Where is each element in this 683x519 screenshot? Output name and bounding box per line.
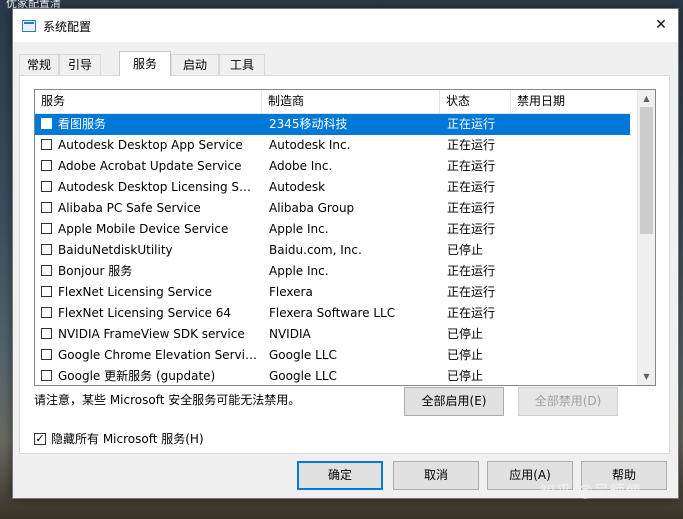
service-status: 正在运行 [447,201,496,215]
column-header-manufacturer[interactable]: 制造商 [262,90,440,113]
hide-ms-checkbox[interactable]: ✓ [34,433,46,445]
service-status: 已停止 [447,243,484,257]
service-checkbox[interactable] [41,370,52,381]
service-row[interactable]: Adobe Acrobat Update Service Adobe Inc. 正在… [35,156,630,177]
services-list[interactable]: 服务 制造商 状态 禁用日期 看图服务 2345移动科技 正在运行 Autodesk … [34,89,656,386]
service-name: Autodesk Desktop Licensing Ser... [58,180,258,194]
service-row[interactable]: Autodesk Desktop App Service Autodesk Inc… [35,135,630,156]
service-status: 正在运行 [447,264,496,278]
service-manufacturer: Flexera Software LLC [269,306,396,320]
service-name: FlexNet Licensing Service [58,285,212,299]
system-config-dialog: 系统配置 ✕ 常规 引导 服务 启动 工具 服务 制造商 状态 禁用日期 看图服… [12,8,679,499]
service-name: Apple Mobile Device Service [58,222,229,236]
service-name: FlexNet Licensing Service 64 [58,306,232,320]
service-manufacturer: Google LLC [269,348,337,362]
service-name: Autodesk Desktop App Service [58,138,243,152]
service-checkbox[interactable] [41,307,52,318]
service-checkbox[interactable] [41,139,52,150]
hide-ms-label: 隐藏所有 Microsoft 服务(H) [51,432,204,446]
close-button[interactable]: ✕ [644,9,678,42]
service-name: Adobe Acrobat Update Service [58,159,242,173]
service-status: 正在运行 [447,306,496,320]
service-manufacturer: Baidu.com, Inc. [269,243,362,257]
service-checkbox[interactable] [41,328,52,339]
service-row[interactable]: Bonjour 服务 Apple Inc. 正在运行 [35,261,630,282]
service-status: 正在运行 [447,159,496,173]
disable-all-button[interactable]: 全部禁用(D) [518,387,618,416]
scroll-thumb[interactable] [640,107,653,234]
service-checkbox[interactable] [41,118,52,129]
app-icon [22,20,36,32]
column-header-status[interactable]: 状态 [440,90,511,113]
scroll-up-arrow-icon[interactable]: ▲ [638,90,655,107]
service-row[interactable]: Autodesk Desktop Licensing Ser... Autodes… [35,177,630,198]
service-name: BaiduNetdiskUtility [58,243,173,257]
service-name: Google Chrome Elevation Servic... [58,348,258,362]
service-status: 正在运行 [447,222,496,236]
service-manufacturer: 2345移动科技 [269,117,348,131]
scroll-down-arrow-icon[interactable]: ▼ [638,368,655,385]
service-checkbox[interactable] [41,181,52,192]
service-rows: 看图服务 2345移动科技 正在运行 Autodesk Desktop App Ser… [35,114,630,385]
service-name: Google 更新服务 (gupdate) [58,369,216,383]
service-status: 正在运行 [447,180,496,194]
tab-boot[interactable]: 引导 [59,54,101,75]
service-manufacturer: Autodesk Inc. [269,138,351,152]
tab-tools[interactable]: 工具 [219,54,265,75]
tab-general[interactable]: 常规 [19,54,59,75]
service-manufacturer: Flexera [269,285,313,299]
vertical-scrollbar[interactable]: ▲ ▼ [637,90,655,385]
column-header-service[interactable]: 服务 [35,90,262,113]
service-status: 正在运行 [447,285,496,299]
service-checkbox[interactable] [41,223,52,234]
service-checkbox[interactable] [41,286,52,297]
ok-button[interactable]: 确定 [297,461,383,490]
service-checkbox[interactable] [41,202,52,213]
service-name: Bonjour 服务 [58,264,133,278]
service-manufacturer: Alibaba Group [269,201,355,215]
service-row[interactable]: Google Chrome Elevation Servic... Google … [35,345,630,366]
cancel-button[interactable]: 取消 [393,461,479,490]
service-status: 已停止 [447,348,484,362]
title-bar: 系统配置 ✕ [13,9,678,42]
service-checkbox[interactable] [41,244,52,255]
tab-startup[interactable]: 启动 [171,54,219,75]
service-status: 正在运行 [447,117,496,131]
window-title: 系统配置 [43,20,92,34]
service-name: Alibaba PC Safe Service [58,201,201,215]
service-row[interactable]: Alibaba PC Safe Service Alibaba Group 正在运行 [35,198,630,219]
service-status: 已停止 [447,327,484,341]
services-panel: 服务 制造商 状态 禁用日期 看图服务 2345移动科技 正在运行 Autodesk … [19,75,670,454]
enable-all-button[interactable]: 全部启用(E) [404,387,504,416]
service-manufacturer: Adobe Inc. [269,159,333,173]
service-manufacturer: Apple Inc. [269,222,329,236]
service-row[interactable]: FlexNet Licensing Service 64 Flexera Soft… [35,303,630,324]
service-manufacturer: Autodesk [269,180,326,194]
service-name: 看图服务 [58,117,107,131]
watermark: 知乎 @吴師傅 [540,482,642,500]
column-header-disable-date[interactable]: 禁用日期 [511,90,630,113]
service-row[interactable]: FlexNet Licensing Service Flexera 正在运行 [35,282,630,303]
service-row[interactable]: 看图服务 2345移动科技 正在运行 [35,114,630,135]
service-manufacturer: NVIDIA [269,327,311,341]
service-manufacturer: Apple Inc. [269,264,329,278]
service-checkbox[interactable] [41,160,52,171]
security-note: 请注意，某些 Microsoft 安全服务可能无法禁用。 [34,393,301,407]
service-row[interactable]: NVIDIA FrameView SDK service NVIDIA 已停止 [35,324,630,345]
service-name: NVIDIA FrameView SDK service [58,327,245,341]
list-header: 服务 制造商 状态 禁用日期 [35,90,630,114]
service-status: 正在运行 [447,138,496,152]
service-status: 已停止 [447,369,484,383]
service-manufacturer: Google LLC [269,369,337,383]
service-row[interactable]: Apple Mobile Device Service Apple Inc. 正在运… [35,219,630,240]
service-checkbox[interactable] [41,349,52,360]
service-row[interactable]: Google 更新服务 (gupdate) Google LLC 已停止 [35,366,630,385]
service-checkbox[interactable] [41,265,52,276]
tab-services[interactable]: 服务 [119,51,171,76]
service-row[interactable]: BaiduNetdiskUtility Baidu.com, Inc. 已停止 [35,240,630,261]
